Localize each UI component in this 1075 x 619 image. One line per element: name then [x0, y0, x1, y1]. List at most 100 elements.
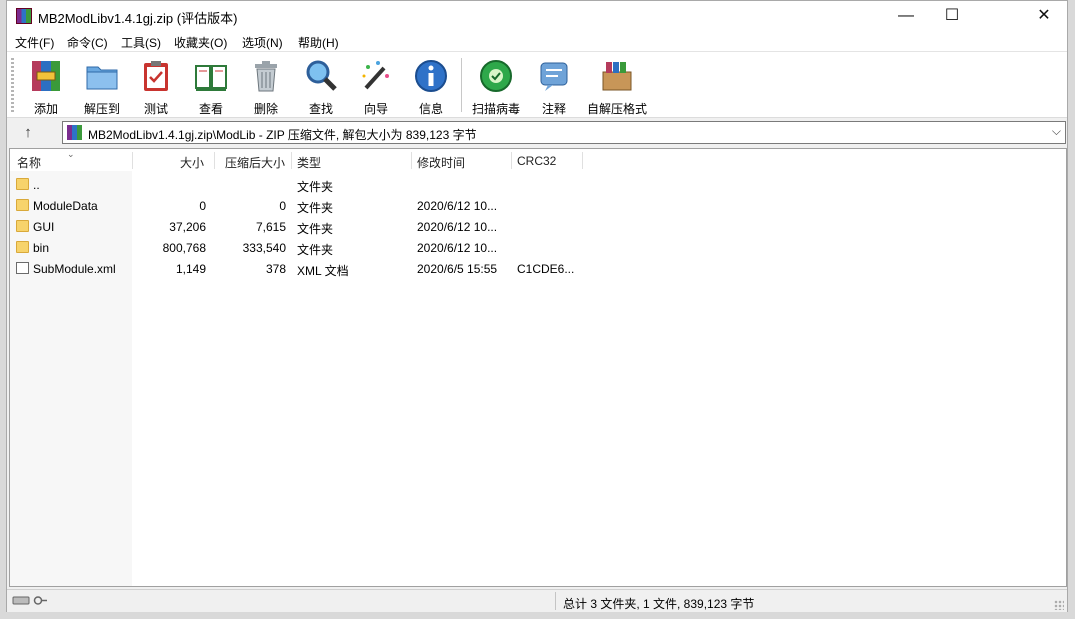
folder-icon: [16, 241, 29, 253]
table-row[interactable]: SubModule.xml 1,149 378 XML 文档 2020/6/5 …: [10, 259, 1066, 280]
title-bar[interactable]: MB2ModLibv1.4.1gj.zip (评估版本) — ☐ ✕: [7, 1, 1067, 31]
file-packed-size: 0: [279, 199, 286, 213]
minimize-button[interactable]: —: [883, 1, 929, 31]
address-bar[interactable]: MB2ModLibv1.4.1gj.zip\ModLib - ZIP 压缩文件,…: [62, 121, 1066, 144]
status-divider: [555, 592, 556, 610]
file-packed-size: 333,540: [242, 241, 286, 255]
file-modified: 2020/6/12 10...: [417, 220, 498, 234]
folder-icon: [16, 178, 29, 190]
sort-chevron-icon: ⌄: [67, 149, 75, 159]
winrar-window: MB2ModLibv1.4.1gj.zip (评估版本) — ☐ ✕ 文件(F)…: [6, 0, 1068, 612]
menu-help[interactable]: 帮助(H): [298, 34, 339, 51]
table-row[interactable]: ModuleData 0 0 文件夹 2020/6/12 10...: [10, 196, 1066, 217]
table-row[interactable]: .. 文件夹: [10, 175, 1066, 196]
menu-options[interactable]: 选项(N): [242, 34, 283, 51]
column-header-packed[interactable]: 压缩后大小: [225, 154, 285, 171]
file-packed-size: 378: [265, 262, 286, 276]
trash-bin-icon: [255, 61, 277, 92]
toolbar-separator: [461, 58, 462, 112]
folder-icon: [16, 199, 29, 211]
toolbar-find-button[interactable]: 查找: [293, 56, 349, 116]
info-icon: [415, 60, 447, 92]
file-modified: 2020/6/12 10...: [417, 241, 498, 255]
file-list[interactable]: 名称 ⌄ 大小 压缩后大小 类型 修改时间 CRC32 .. 文件夹 Modul: [9, 148, 1067, 587]
toolbar-sfx-button[interactable]: 自解压格式: [584, 56, 650, 116]
menu-tools[interactable]: 工具(S): [121, 34, 161, 51]
menu-command[interactable]: 命令(C): [67, 34, 108, 51]
toolbar-comment-label: 注释: [541, 102, 566, 116]
folder-icon: [16, 220, 29, 232]
resize-grip[interactable]: [1054, 600, 1064, 610]
file-type: 文件夹: [297, 243, 334, 257]
file-name: GUI: [33, 220, 55, 234]
list-header: 名称 ⌄ 大小 压缩后大小 类型 修改时间 CRC32: [10, 149, 1066, 171]
file-packed-size: 7,615: [255, 220, 286, 234]
column-divider[interactable]: [214, 152, 215, 169]
column-header-crc[interactable]: CRC32: [517, 154, 556, 168]
window-title: MB2ModLibv1.4.1gj.zip (评估版本): [38, 11, 238, 26]
file-type: XML 文档: [297, 264, 349, 278]
table-row[interactable]: GUI 37,206 7,615 文件夹 2020/6/12 10...: [10, 217, 1066, 238]
drive-key-icon: [12, 596, 47, 605]
comment-icon: [540, 62, 568, 91]
file-name: ModuleData: [33, 199, 98, 213]
file-size: 800,768: [162, 241, 206, 255]
toolbar-info-label: 信息: [418, 102, 443, 116]
file-name: ..: [33, 178, 40, 192]
test-clipboard-icon: [144, 61, 168, 91]
toolbar-delete-button[interactable]: 删除: [238, 56, 294, 116]
column-divider[interactable]: [511, 152, 512, 169]
column-divider[interactable]: [132, 152, 133, 169]
toolbar-wizard-label: 向导: [363, 102, 388, 116]
menu-favorites[interactable]: 收藏夹(O): [174, 34, 227, 51]
toolbar-find-label: 查找: [308, 102, 333, 116]
file-size: 37,206: [169, 220, 206, 234]
toolbar-virus-scan-label: 扫描病毒: [471, 102, 520, 116]
file-crc: C1CDE6...: [517, 262, 575, 276]
file-size: 0: [199, 199, 206, 213]
status-bar: 总计 3 文件夹, 1 文件, 839,123 字节: [7, 589, 1067, 612]
file-name: bin: [33, 241, 50, 255]
file-type: 文件夹: [297, 222, 334, 236]
toolbar-extract-label: 解压到: [83, 102, 120, 116]
toolbar-test-label: 测试: [143, 102, 168, 116]
toolbar-test-button[interactable]: 测试: [128, 56, 184, 116]
file-type: 文件夹: [297, 201, 334, 215]
toolbar-comment-button[interactable]: 注释: [526, 56, 582, 116]
magnifier-icon: [306, 60, 337, 91]
toolbar-delete-label: 删除: [253, 102, 278, 116]
column-header-modified[interactable]: 修改时间: [417, 154, 465, 171]
toolbar-grip[interactable]: [11, 58, 14, 112]
wizard-wand-icon: [362, 61, 389, 90]
column-divider[interactable]: [582, 152, 583, 169]
up-level-button[interactable]: ↑: [17, 123, 39, 143]
address-path: MB2ModLibv1.4.1gj.zip\ModLib - ZIP 压缩文件,…: [88, 128, 477, 142]
maximize-button[interactable]: ☐: [929, 1, 975, 31]
table-row[interactable]: bin 800,768 333,540 文件夹 2020/6/12 10...: [10, 238, 1066, 259]
toolbar: 添加 解压到 测试 查看 删除 查找 向导 信息 扫描病毒 注释 自解压格式: [7, 51, 1067, 118]
toolbar-view-button[interactable]: 查看: [183, 56, 239, 116]
toolbar-info-button[interactable]: 信息: [403, 56, 459, 116]
toolbar-sfx-label: 自解压格式: [586, 102, 647, 116]
sfx-box-icon: [602, 62, 632, 91]
toolbar-extract-button[interactable]: 解压到: [74, 56, 130, 116]
virus-scan-icon: [480, 60, 512, 92]
file-modified: 2020/6/5 15:55: [417, 262, 498, 276]
column-header-type[interactable]: 类型: [297, 154, 321, 171]
archive-icon: [67, 125, 82, 140]
close-button[interactable]: ✕: [1021, 1, 1067, 31]
address-row: ↑ MB2ModLibv1.4.1gj.zip\ModLib - ZIP 压缩文…: [7, 117, 1067, 148]
xml-file-icon: [16, 262, 29, 274]
toolbar-wizard-button[interactable]: 向导: [348, 56, 404, 116]
column-divider[interactable]: [411, 152, 412, 169]
column-divider[interactable]: [291, 152, 292, 169]
chevron-down-icon[interactable]: ⌵: [1052, 124, 1061, 139]
toolbar-add-button[interactable]: 添加: [18, 56, 74, 116]
menu-file[interactable]: 文件(F): [15, 34, 54, 51]
status-summary: 总计 3 文件夹, 1 文件, 839,123 字节: [563, 597, 755, 611]
column-header-name[interactable]: 名称: [17, 154, 41, 171]
column-header-size[interactable]: 大小: [180, 154, 204, 171]
toolbar-virus-scan-button[interactable]: 扫描病毒: [468, 56, 524, 116]
file-modified: 2020/6/12 10...: [417, 199, 498, 213]
add-archive-icon: [32, 61, 60, 91]
